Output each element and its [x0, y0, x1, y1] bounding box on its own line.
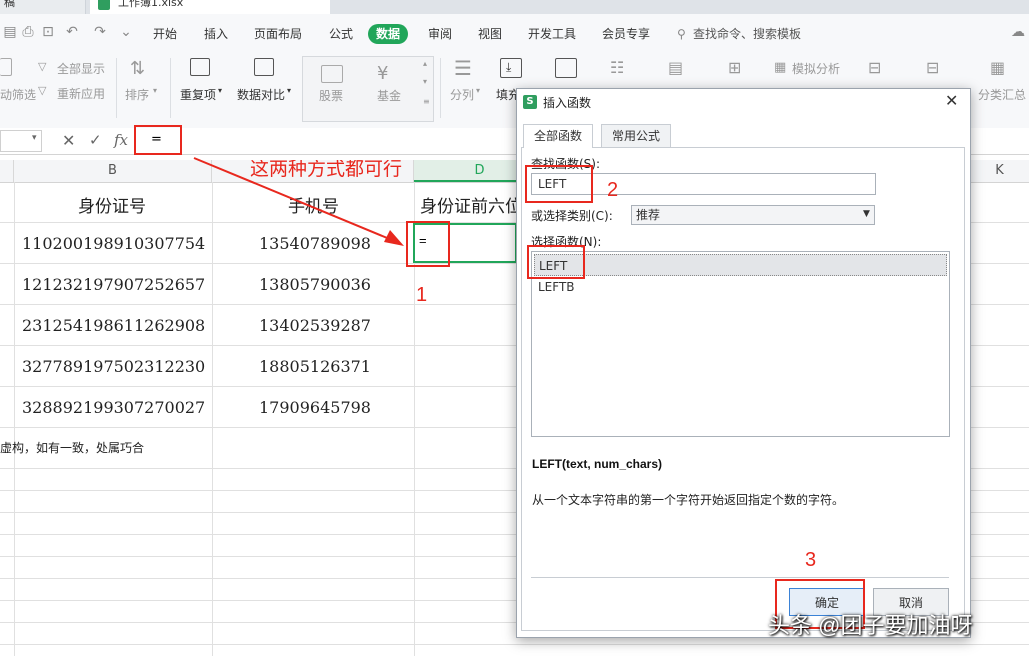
dialog-title-bar[interactable]: S 插入函数 ✕ — [517, 89, 970, 115]
dialog-tab-strip: 全部函数 常用公式 — [521, 123, 965, 148]
category-label: 或选择类别(C): — [531, 209, 613, 223]
wps-app-icon: S — [523, 95, 537, 109]
function-list[interactable]: LEFT LEFTB — [531, 251, 950, 437]
tab-common-formulas[interactable]: 常用公式 — [601, 124, 672, 147]
function-signature: LEFT(text, num_chars) — [532, 457, 663, 471]
function-description: 从一个文本字符串的第一个字符开始返回指定个数的字符。 — [532, 493, 845, 507]
dialog-divider — [531, 577, 949, 578]
chevron-down-icon[interactable]: ▼ — [863, 209, 870, 219]
function-item-leftb[interactable]: LEFTB — [534, 276, 947, 298]
close-icon[interactable]: ✕ — [945, 91, 958, 110]
insert-function-dialog: S 插入函数 ✕ 全部函数 常用公式 查找函数(S): LEFT 或选择类别(C… — [516, 88, 971, 638]
watermark: 头条 @团子要加油呀 — [768, 613, 973, 638]
annotation-box-search — [525, 165, 593, 203]
function-item-left[interactable]: LEFT — [534, 254, 947, 276]
annotation-box-function — [527, 245, 585, 279]
category-select[interactable]: 推荐 — [631, 205, 875, 225]
tab-all-functions[interactable]: 全部函数 — [523, 124, 594, 148]
dialog-title: 插入函数 — [543, 96, 592, 110]
annotation-step-3: 3 — [805, 549, 817, 571]
annotation-step-2: 2 — [607, 179, 619, 201]
